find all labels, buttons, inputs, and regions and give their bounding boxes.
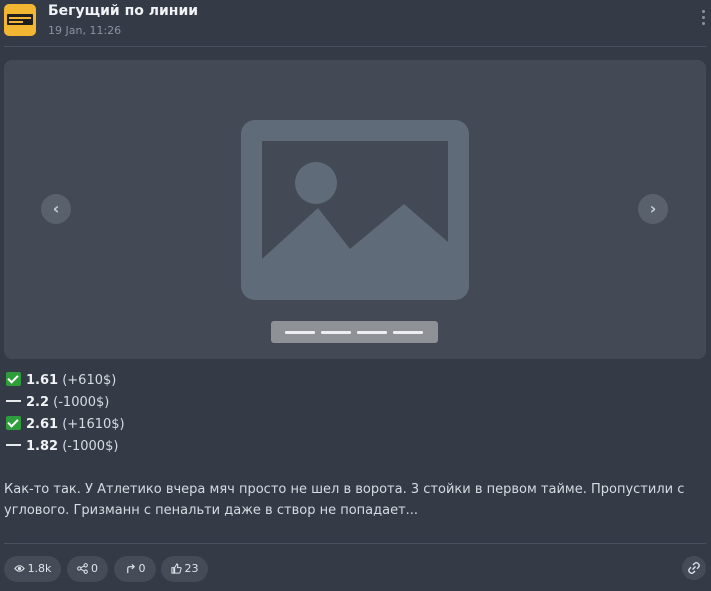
bet-list: 1.61 (+610$) 2.2 (-1000$) 2.61 (+1610$) … xyxy=(6,370,125,458)
post-timestamp: 19 Jan, 11:26 xyxy=(48,24,122,37)
shares-count: 0 xyxy=(91,562,98,575)
bet-result: (-1000$) xyxy=(53,395,110,410)
bet-odds: 1.82 xyxy=(26,439,59,454)
dash-icon xyxy=(6,438,21,452)
thumbs-up-icon xyxy=(170,563,182,574)
more-vertical-icon[interactable] xyxy=(699,10,707,32)
pager-dot[interactable] xyxy=(393,331,423,334)
bet-row: 2.2 (-1000$) xyxy=(6,392,125,414)
like-button[interactable]: 23 xyxy=(161,556,208,582)
likes-count: 23 xyxy=(184,562,199,575)
post-header: Бегущий по линии 19 Jan, 11:26 xyxy=(0,0,711,48)
share-button[interactable]: 0 xyxy=(67,556,108,582)
forwards-count: 0 xyxy=(138,562,146,575)
pager-dot[interactable] xyxy=(285,331,315,334)
carousel-pager[interactable] xyxy=(271,321,438,343)
pager-dot[interactable] xyxy=(321,331,351,334)
bet-result: (+1610$) xyxy=(62,417,125,432)
bet-odds: 2.61 xyxy=(26,417,59,432)
bet-odds: 2.2 xyxy=(26,395,50,410)
bet-row: 1.82 (-1000$) xyxy=(6,436,125,458)
views-count: 1.8k xyxy=(27,562,52,575)
forward-button[interactable]: 0 xyxy=(114,556,156,582)
carousel-next-button[interactable]: › xyxy=(638,194,668,224)
bet-result: (-1000$) xyxy=(62,439,119,454)
chevron-left-icon: ‹ xyxy=(52,199,60,218)
post-text-line: углового. Гризманн с пенальти даже в ств… xyxy=(4,503,419,518)
image-placeholder-icon xyxy=(241,120,469,300)
dash-icon xyxy=(6,394,21,408)
bet-odds: 1.61 xyxy=(26,373,59,388)
header-divider xyxy=(4,46,706,47)
check-mark-icon xyxy=(6,372,21,386)
channel-avatar[interactable] xyxy=(4,4,36,36)
bet-result: (+610$) xyxy=(62,373,117,388)
eye-icon xyxy=(13,565,25,572)
check-mark-icon xyxy=(6,416,21,430)
media-carousel[interactable]: ‹ › xyxy=(4,60,706,359)
channel-name[interactable]: Бегущий по линии xyxy=(48,3,198,19)
carousel-prev-button[interactable]: ‹ xyxy=(41,194,71,224)
footer-divider xyxy=(4,543,706,544)
post-text-line: Как-то так. У Атлетико вчера мяч просто … xyxy=(4,482,685,497)
forward-arrow-icon xyxy=(126,563,135,574)
share-icon xyxy=(77,563,88,574)
bet-row: 2.61 (+1610$) xyxy=(6,414,125,436)
copy-link-button[interactable] xyxy=(682,556,706,580)
post-text: Как-то так. У Атлетико вчера мяч просто … xyxy=(4,479,694,521)
views-button[interactable]: 1.8k xyxy=(4,556,61,582)
bet-row: 1.61 (+610$) xyxy=(6,370,125,392)
pager-dot[interactable] xyxy=(357,331,387,334)
link-icon xyxy=(688,562,700,574)
chevron-right-icon: › xyxy=(649,199,657,218)
